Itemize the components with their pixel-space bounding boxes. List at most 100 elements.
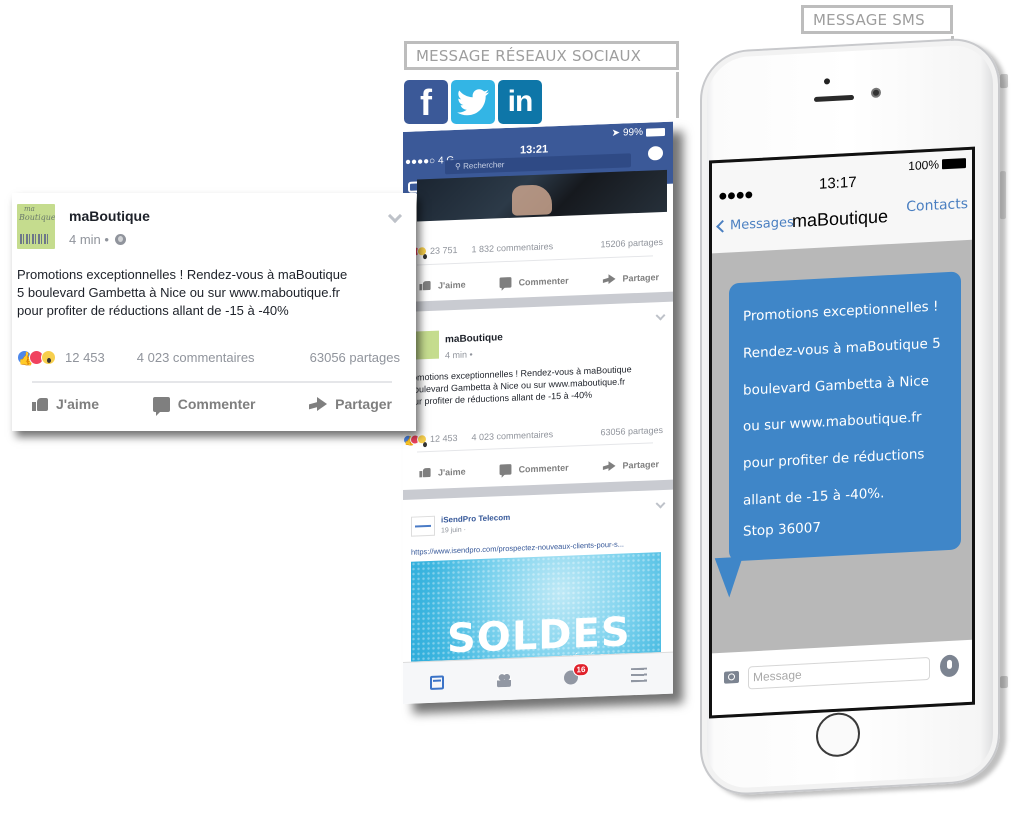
feed-separator (403, 479, 673, 500)
messenger-icon[interactable] (648, 146, 663, 161)
share-button[interactable]: Partager (599, 456, 659, 473)
sms-label: MESSAGE SMS (801, 5, 953, 34)
reactions-count[interactable]: 23 751 (430, 245, 458, 256)
iphone-device: ●●●● 13:17 100% Messages maBoutique Cont… (700, 36, 1010, 798)
feed-separator (403, 291, 673, 312)
battery-percent: 100% (908, 157, 939, 174)
barcode-icon (20, 234, 50, 244)
post-text: Promotions exceptionnelles ! Rendez-vous… (17, 266, 412, 320)
linkedin-icon: in (498, 80, 542, 124)
camera-icon[interactable] (724, 670, 739, 684)
wow-reaction-icon (417, 434, 427, 445)
shares-count[interactable]: 63056 partages (600, 425, 663, 437)
divider (32, 381, 392, 383)
photo-content (512, 184, 552, 216)
post-author[interactable]: maBoutique (445, 332, 503, 345)
wow-reaction-icon (417, 246, 427, 257)
share-arrow-icon (608, 460, 616, 471)
comment-label: Commenter (518, 275, 569, 288)
comments-count[interactable]: 4 023 commentaires (137, 350, 255, 365)
reactions-count[interactable]: 12 453 (65, 350, 105, 365)
isendpro-avatar (411, 515, 435, 537)
post-author[interactable]: maBoutique (69, 208, 150, 224)
comments-count[interactable]: 1 832 commentaires (472, 241, 554, 254)
conversation-title: maBoutique (792, 206, 889, 232)
post-text-line: 5 boulevard Gambetta à Nice ou sur www.m… (17, 285, 341, 300)
facebook-tabbar: 16 (403, 651, 673, 704)
maboutique-avatar (415, 330, 439, 360)
comment-icon (499, 464, 512, 476)
battery-percent: 99% (622, 126, 643, 139)
like-button[interactable]: J'aime (417, 277, 466, 294)
share-button[interactable]: Partager (309, 396, 392, 412)
post-reactions: 12 453 4 023 commentaires 63056 partages (17, 350, 412, 365)
twitter-icon (451, 80, 495, 124)
post-time: 4 min • (69, 232, 126, 247)
like-button[interactable]: J'aime (32, 396, 99, 412)
share-arrow-icon (317, 397, 328, 411)
phone-side-button (1000, 73, 1008, 89)
chevron-down-icon[interactable] (387, 208, 403, 224)
globe-icon (114, 234, 126, 245)
search-icon: ⚲ (455, 161, 464, 172)
share-button[interactable]: Partager (599, 269, 659, 286)
chevron-down-icon[interactable] (655, 498, 666, 509)
message-input[interactable]: Message (748, 656, 930, 690)
comment-label: Commenter (518, 462, 569, 475)
thumbs-up-icon (419, 468, 430, 478)
comment-button[interactable]: Commenter (497, 273, 569, 291)
share-label: Partager (335, 396, 392, 412)
social-icons: f in (404, 80, 542, 124)
phone-side-button (1000, 675, 1008, 689)
social-leader-line (676, 72, 679, 118)
chevron-left-icon (716, 219, 729, 233)
chevron-down-icon[interactable] (655, 310, 666, 321)
back-to-messages-button[interactable]: Messages (716, 215, 794, 234)
news-feed-icon[interactable] (429, 674, 444, 690)
facebook-app-screen: ●●●●○ 4 G 13:21 ➤ 99% ⚲ Rechercher 23 75… (403, 121, 673, 705)
post-actions: J'aime Commenter Partager (417, 456, 659, 480)
twitter-bird-icon (457, 88, 489, 115)
like-label: J'aime (438, 466, 466, 478)
power-button (1000, 170, 1006, 220)
friends-icon[interactable] (496, 672, 511, 687)
post-actions: J'aime Commenter Partager (32, 396, 392, 416)
comment-label: Commenter (177, 396, 256, 412)
thumbs-up-icon (32, 397, 48, 411)
maboutique-avatar: ma Boutique (17, 204, 55, 249)
share-label: Partager (622, 271, 659, 284)
avatar-text: Boutique (19, 213, 55, 222)
microphone-icon[interactable] (940, 654, 959, 678)
reactions-count[interactable]: 12 453 (430, 433, 458, 444)
menu-icon[interactable] (630, 667, 647, 682)
share-arrow-icon (608, 273, 616, 284)
status-time: 13:17 (819, 173, 857, 193)
like-button[interactable]: J'aime (417, 464, 466, 481)
post-reactions: 23 751 1 832 commentaires 15206 partages (403, 237, 663, 257)
comment-button[interactable]: Commenter (497, 460, 569, 478)
comment-button[interactable]: Commenter (152, 396, 256, 416)
avatar-text: ma (24, 205, 35, 213)
thumbs-up-icon (419, 281, 430, 291)
post-time-text: 4 min • (69, 232, 109, 247)
battery-icon (942, 158, 966, 170)
comment-icon (152, 396, 170, 416)
post-author[interactable]: iSendPro Telecom (441, 513, 510, 525)
comments-count[interactable]: 4 023 commentaires (472, 429, 554, 442)
search-input[interactable]: ⚲ Rechercher (445, 153, 631, 175)
battery-status: 100% (908, 156, 966, 173)
notifications-badge: 16 (572, 662, 590, 676)
post-photo[interactable] (417, 169, 667, 222)
shares-count[interactable]: 63056 partages (310, 350, 400, 365)
social-media-label: MESSAGE RÉSEAUX SOCIAUX (404, 41, 679, 70)
signal-dots: ●●●● (718, 186, 753, 206)
message-composer: Message (712, 639, 972, 716)
post-actions: J'aime Commenter Partager (417, 269, 659, 293)
post-text-line: pour profiter de réductions allant de -1… (17, 303, 289, 318)
shares-count[interactable]: 15206 partages (600, 237, 663, 249)
notifications-globe-icon[interactable]: 16 (563, 662, 590, 685)
contacts-button[interactable]: Contacts (906, 196, 968, 215)
bubble-tail (714, 556, 758, 598)
post-text-line: Promotions exceptionnelles ! Rendez-vous… (17, 267, 348, 282)
divider (417, 442, 653, 453)
